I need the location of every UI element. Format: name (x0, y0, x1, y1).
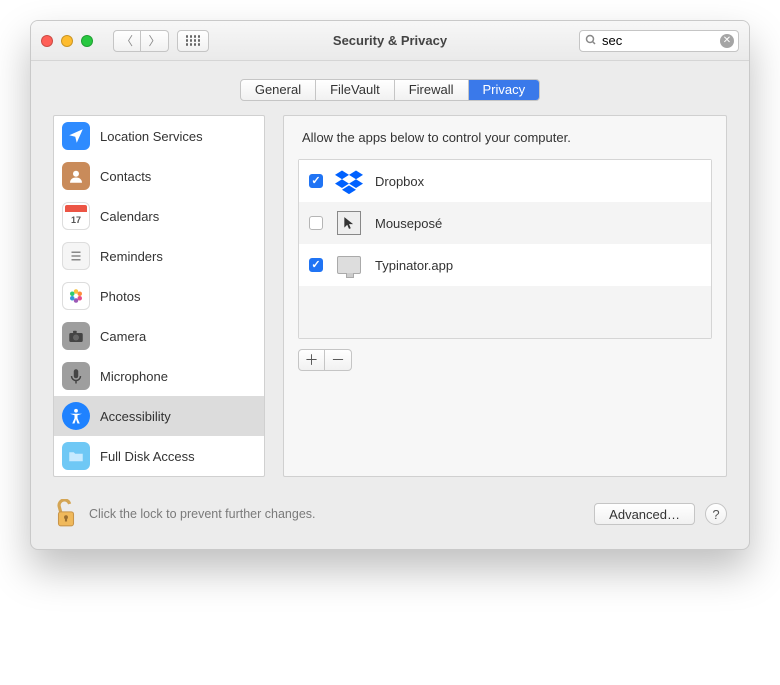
app-name-label: Mouseposé (375, 216, 442, 231)
search-field-wrap[interactable]: ✕ (579, 30, 739, 52)
sidebar-item-label: Full Disk Access (100, 449, 195, 464)
chevron-right-icon: 〉 (148, 32, 160, 49)
sidebar-item-contacts[interactable]: Contacts (54, 156, 264, 196)
minimize-window-button[interactable] (61, 35, 73, 47)
contacts-icon (62, 162, 90, 190)
typinator-icon (335, 251, 363, 279)
sidebar-item-label: Contacts (100, 169, 151, 184)
footer-buttons: Advanced… ? (594, 503, 727, 525)
sidebar-item-label: Calendars (100, 209, 159, 224)
checkbox-typinator[interactable] (309, 258, 323, 272)
tab-privacy[interactable]: Privacy (469, 80, 540, 100)
app-row-mousepose[interactable]: Mouseposé (299, 202, 711, 244)
window-title: Security & Privacy (333, 33, 447, 48)
camera-icon (62, 322, 90, 350)
app-row-empty (299, 286, 711, 338)
sidebar-item-calendars[interactable]: 17 Calendars (54, 196, 264, 236)
privacy-panel: Allow the apps below to control your com… (283, 115, 727, 477)
add-remove-buttons: ＋ － (298, 349, 352, 371)
lock-text: Click the lock to prevent further change… (89, 507, 316, 521)
sidebar-item-label: Photos (100, 289, 140, 304)
sidebar-item-reminders[interactable]: Reminders (54, 236, 264, 276)
sidebar-item-label: Location Services (100, 129, 203, 144)
app-row-typinator[interactable]: Typinator.app (299, 244, 711, 286)
photos-icon (62, 282, 90, 310)
nav-buttons: 〈 〉 (113, 30, 169, 52)
reminders-icon (62, 242, 90, 270)
sidebar-item-label: Microphone (100, 369, 168, 384)
sidebar-item-photos[interactable]: Photos (54, 276, 264, 316)
lock-icon (53, 499, 79, 529)
close-window-button[interactable] (41, 35, 53, 47)
sidebar-item-fulldisk[interactable]: Full Disk Access (54, 436, 264, 476)
preferences-window: 〈 〉 Security & Privacy ✕ General FileV (30, 20, 750, 550)
forward-button[interactable]: 〉 (141, 30, 169, 52)
sidebar-item-label: Camera (100, 329, 146, 344)
dropbox-icon (335, 167, 363, 195)
folder-icon (62, 442, 90, 470)
advanced-button-label: Advanced… (609, 507, 680, 522)
calendar-icon: 17 (62, 202, 90, 230)
zoom-window-button[interactable] (81, 35, 93, 47)
grid-icon (186, 35, 201, 46)
app-list: Dropbox Mouseposé (298, 159, 712, 339)
sidebar-item-label: Accessibility (100, 409, 171, 424)
sidebar-item-camera[interactable]: Camera (54, 316, 264, 356)
tab-general[interactable]: General (241, 80, 316, 100)
mousepose-icon (335, 209, 363, 237)
location-icon (62, 122, 90, 150)
search-input[interactable] (602, 33, 718, 48)
sidebar-item-microphone[interactable]: Microphone (54, 356, 264, 396)
clear-search-button[interactable]: ✕ (720, 34, 734, 48)
add-button[interactable]: ＋ (299, 350, 325, 370)
privacy-sidebar: Location Services Contacts 17 Calendars (53, 115, 265, 477)
panel-description: Allow the apps below to control your com… (298, 130, 712, 145)
lock-area[interactable]: Click the lock to prevent further change… (53, 499, 316, 529)
show-all-button[interactable] (177, 30, 209, 52)
microphone-icon (62, 362, 90, 390)
tabs: General FileVault Firewall Privacy (240, 79, 540, 101)
sidebar-item-label: Reminders (100, 249, 163, 264)
sidebar-item-accessibility[interactable]: Accessibility (54, 396, 264, 436)
app-name-label: Typinator.app (375, 258, 453, 273)
accessibility-icon (62, 402, 90, 430)
back-button[interactable]: 〈 (113, 30, 141, 52)
content-area: Location Services Contacts 17 Calendars (31, 115, 749, 495)
chevron-left-icon: 〈 (121, 32, 133, 49)
search-icon (585, 34, 597, 49)
tab-firewall[interactable]: Firewall (395, 80, 469, 100)
footer: Click the lock to prevent further change… (31, 495, 749, 549)
titlebar: 〈 〉 Security & Privacy ✕ (31, 21, 749, 61)
tab-filevault[interactable]: FileVault (316, 80, 395, 100)
advanced-button[interactable]: Advanced… (594, 503, 695, 525)
tab-row: General FileVault Firewall Privacy (31, 61, 749, 115)
app-name-label: Dropbox (375, 174, 424, 189)
checkbox-mousepose[interactable] (309, 216, 323, 230)
app-row-dropbox[interactable]: Dropbox (299, 160, 711, 202)
remove-button[interactable]: － (325, 350, 351, 370)
help-button[interactable]: ? (705, 503, 727, 525)
window-controls (41, 35, 105, 47)
sidebar-item-location[interactable]: Location Services (54, 116, 264, 156)
checkbox-dropbox[interactable] (309, 174, 323, 188)
